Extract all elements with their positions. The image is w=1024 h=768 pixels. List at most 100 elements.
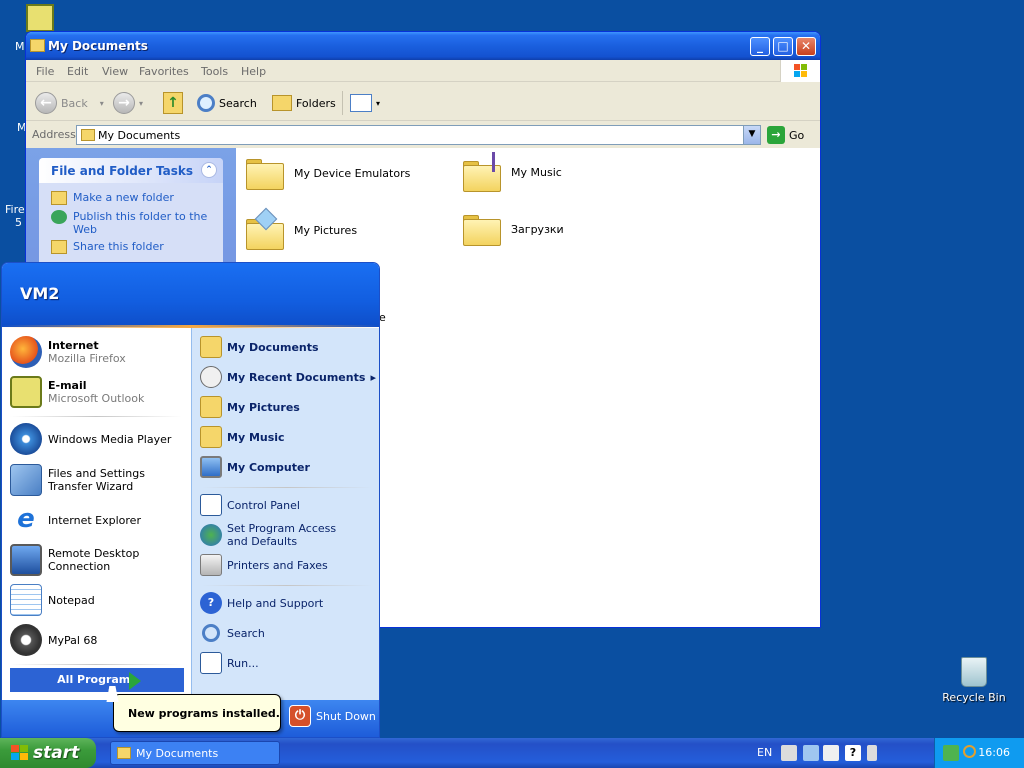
file-my-music[interactable]: My Music — [463, 152, 562, 192]
shutdown-button[interactable]: ⏻ Shut Down — [289, 705, 376, 727]
place-my-pictures[interactable]: My Pictures — [200, 396, 300, 418]
notepad-icon — [10, 584, 42, 616]
folders-icon — [272, 95, 292, 111]
back-label: Back — [61, 96, 88, 110]
keyboard-icon[interactable] — [781, 745, 797, 761]
place-my-music[interactable]: My Music — [200, 426, 285, 448]
place-control-panel[interactable]: Control Panel — [200, 494, 300, 516]
desktop-icon-label-fragment: 5 — [15, 216, 22, 229]
language-indicator[interactable]: EN — [757, 746, 772, 759]
menu-edit[interactable]: Edit — [67, 65, 88, 78]
language-bar-icon[interactable] — [823, 745, 839, 761]
program-windows-media-player[interactable]: Windows Media Player — [10, 423, 171, 455]
place-run[interactable]: Run... — [200, 652, 259, 674]
start-menu: VM2 Internet Mozilla Firefox E-mail Micros… — [1, 262, 380, 738]
menu-tools[interactable]: Tools — [201, 65, 228, 78]
pictures-folder-icon — [246, 207, 284, 250]
address-dropdown-button[interactable]: ▼ — [743, 126, 760, 144]
search-icon — [197, 94, 215, 112]
close-button[interactable]: ✕ — [796, 37, 816, 56]
chevron-down-icon: ▼ — [748, 129, 756, 139]
views-button[interactable]: ▾ — [350, 91, 380, 115]
toolbar-separator — [342, 91, 343, 115]
documents-folder-icon — [200, 336, 222, 358]
all-programs-arrow-icon — [129, 672, 141, 690]
search-button[interactable]: Search — [197, 91, 257, 115]
task-publish-to-web[interactable]: Publish this folder to the Web — [51, 210, 211, 236]
menu-help[interactable]: Help — [241, 65, 266, 78]
task-share-folder[interactable]: Share this folder — [51, 240, 164, 254]
place-my-documents[interactable]: My Documents — [200, 336, 319, 358]
taskbar: start My Documents EN ? 16:06 — [0, 738, 1024, 768]
forward-arrow-icon: → — [113, 92, 135, 114]
windows-logo-icon — [780, 60, 820, 82]
collapse-chevron-icon[interactable]: ⌃ — [201, 162, 217, 178]
new-programs-tooltip[interactable]: New programs installed. — [113, 694, 281, 732]
program-remote-desktop[interactable]: Remote Desktop Connection — [10, 544, 191, 576]
up-arrow-icon: ↑ — [163, 92, 183, 114]
back-button[interactable]: ← Back ▾ — [35, 91, 104, 115]
file-my-pictures[interactable]: My Pictures — [246, 207, 357, 250]
clock[interactable]: 16:06 — [978, 746, 1010, 759]
task-panel-title: File and Folder Tasks — [51, 164, 194, 178]
place-program-defaults[interactable]: Set Program Access and Defaults — [200, 522, 360, 548]
start-button[interactable]: start — [0, 738, 96, 768]
recycle-bin-icon — [961, 657, 987, 687]
file-zagruzki[interactable]: Загрузки — [463, 212, 564, 246]
window-titlebar[interactable]: My Documents _ □ ✕ — [26, 32, 820, 60]
task-panel-header[interactable]: File and Folder Tasks ⌃ — [39, 158, 223, 183]
desktop-icon-recycle-bin[interactable]: Recycle Bin — [939, 657, 1009, 704]
control-panel-icon — [200, 494, 222, 516]
taskbar-button-my-documents[interactable]: My Documents — [110, 741, 280, 765]
address-field[interactable]: My Documents ▼ — [76, 125, 761, 145]
back-dropdown-icon: ▾ — [99, 98, 104, 108]
media-player-icon — [10, 423, 42, 455]
task-make-new-folder[interactable]: Make a new folder — [51, 191, 174, 205]
place-printers-faxes[interactable]: Printers and Faxes — [200, 554, 328, 576]
outlook-icon — [26, 4, 54, 32]
place-my-computer[interactable]: My Computer — [200, 456, 310, 478]
place-my-recent-documents[interactable]: My Recent Documents ▸ — [200, 366, 376, 388]
help-icon[interactable]: ? — [845, 745, 861, 761]
menu-view[interactable]: View — [102, 65, 128, 78]
place-search[interactable]: Search — [200, 622, 265, 644]
all-programs-button[interactable]: All Programs — [10, 668, 184, 692]
folder-icon — [81, 129, 95, 141]
network-icon[interactable] — [943, 745, 959, 761]
menu-favorites[interactable]: Favorites — [139, 65, 189, 78]
window-title: My Documents — [48, 39, 148, 53]
folder-icon — [246, 156, 284, 190]
program-internet-explorer[interactable]: e Internet Explorer — [10, 504, 141, 536]
pen-icon[interactable] — [803, 745, 819, 761]
forward-button[interactable]: → ▾ — [113, 91, 143, 115]
minimize-button[interactable]: _ — [750, 37, 770, 56]
desktop-icon-outlook[interactable] — [4, 4, 74, 32]
place-help-support[interactable]: ? Help and Support — [200, 592, 323, 614]
windows-logo-icon — [11, 745, 29, 761]
help-separator — [202, 585, 372, 586]
file-my-device-emulators[interactable]: My Device Emulators — [246, 156, 410, 190]
go-button[interactable]: → Go — [767, 126, 804, 144]
program-transfer-wizard[interactable]: Files and Settings Transfer Wizard — [10, 464, 186, 496]
menu-file[interactable]: File — [36, 65, 54, 78]
back-arrow-icon: ← — [35, 92, 57, 114]
search-tray-icon[interactable] — [963, 745, 976, 758]
pinned-internet[interactable]: Internet Mozilla Firefox — [10, 336, 126, 368]
pictures-folder-icon — [200, 396, 222, 418]
folders-button[interactable]: Folders — [272, 91, 336, 115]
address-bar: Address My Documents ▼ → Go — [26, 122, 820, 148]
options-icon[interactable] — [867, 745, 877, 761]
program-notepad[interactable]: Notepad — [10, 584, 95, 616]
address-value: My Documents — [98, 129, 181, 142]
globe-icon — [51, 210, 67, 224]
places-separator — [202, 487, 372, 488]
folders-label: Folders — [296, 96, 336, 110]
internet-explorer-icon: e — [10, 504, 42, 536]
menu-bar: File Edit View Favorites Tools Help — [26, 60, 820, 82]
maximize-button[interactable]: □ — [773, 37, 793, 56]
up-folder-button[interactable]: ↑ — [163, 91, 183, 115]
program-mypal[interactable]: MyPal 68 — [10, 624, 97, 656]
pinned-email[interactable]: E-mail Microsoft Outlook — [10, 376, 144, 408]
user-name: VM2 — [20, 284, 60, 303]
all-programs-separator — [10, 664, 182, 665]
